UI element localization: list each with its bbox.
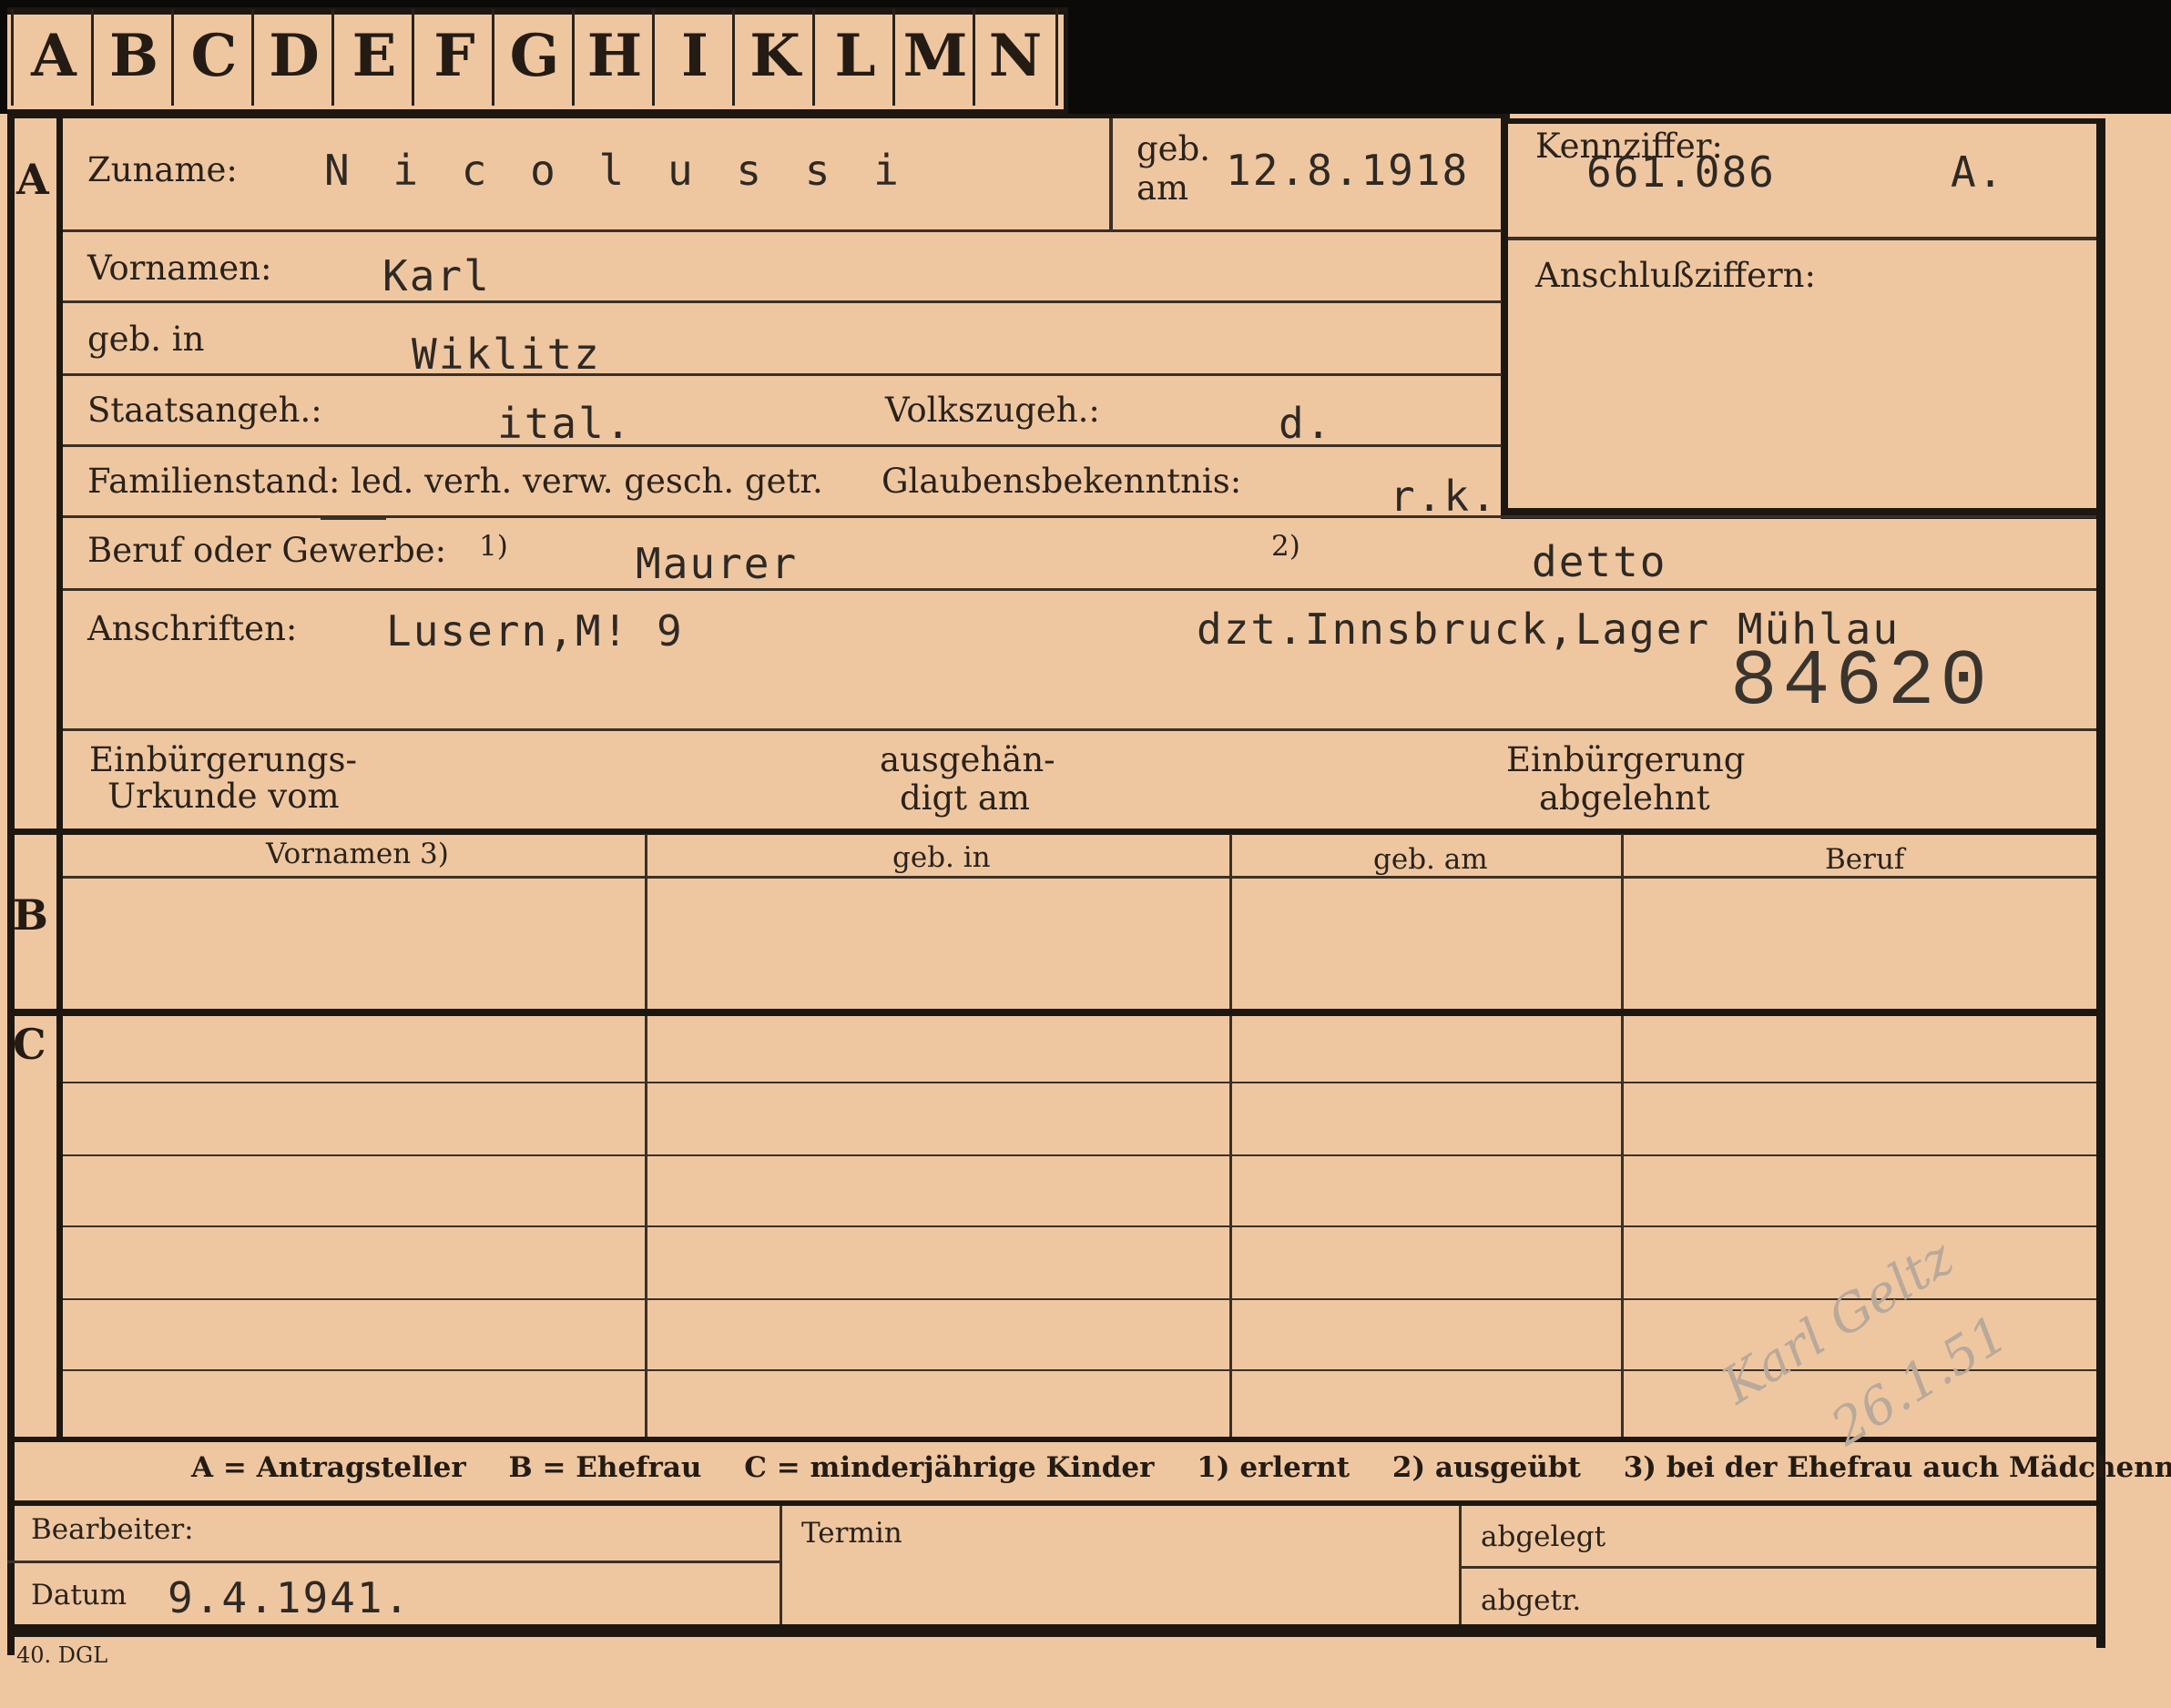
beruf-label: Beruf oder Gewerbe:	[87, 531, 447, 570]
legend-c: C = minderjährige Kinder	[744, 1451, 1155, 1484]
legend: A = Antragsteller B = Ehefrau C = minder…	[191, 1451, 2171, 1484]
legend-note-3: 3) bei der Ehefrau auch Mädchenname	[1623, 1451, 2171, 1484]
tab-e: E	[331, 9, 414, 106]
einbuergerung-abgelehnt-label-1: Einbürgerung	[1506, 740, 1746, 779]
abgetragen-label: abgetr.	[1481, 1584, 1582, 1617]
tab-l: L	[812, 9, 895, 106]
tab-g: G	[492, 9, 575, 106]
table-header-geburtsdatum: geb. am	[1373, 843, 1488, 876]
volkszugehoerigkeit-value: d.	[1279, 399, 1333, 448]
beruf-ausgeuebt-value: detto	[1532, 537, 1667, 586]
vornamen-value: Karl	[382, 251, 491, 300]
table-header-beruf: Beruf	[1825, 843, 1905, 876]
einbuergerungsurkunde-label-2: Urkunde vom	[107, 777, 340, 816]
beruf-erlernt-value: Maurer	[636, 539, 799, 588]
kennziffer-value: 661.086	[1586, 147, 1776, 197]
familienstand-label: Familienstand: led. verh. verw. gesch. g…	[87, 462, 823, 501]
anschrift-heimat: Lusern,M! 9	[386, 606, 684, 656]
staatsangehoerigkeit-label: Staatsangeh.:	[87, 391, 322, 430]
bearbeiter-label: Bearbeiter:	[31, 1513, 194, 1546]
tab-h: H	[572, 9, 655, 106]
einbuergerung-abgelehnt-label-2: abgelehnt	[1539, 778, 1710, 818]
section-b-marker: B	[13, 890, 48, 940]
legend-note-1: 1) erlernt	[1197, 1451, 1351, 1484]
beruf-note-2: 2)	[1271, 530, 1300, 563]
table-header-geburtsort: geb. in	[892, 841, 991, 874]
termin-label: Termin	[801, 1517, 902, 1550]
legend-b: B = Ehefrau	[508, 1451, 702, 1484]
registration-card: A B C D E F G H I K L M N A B C Zuname: …	[0, 0, 2171, 1708]
tab-f: F	[412, 9, 494, 106]
legend-a: A = Antragsteller	[191, 1451, 466, 1484]
zuname-value: N i c o l u s s i	[324, 146, 908, 195]
anschriften-label: Anschriften:	[87, 609, 298, 648]
section-a-marker: A	[16, 155, 49, 204]
tab-i: I	[652, 9, 735, 106]
volkszugehoerigkeit-label: Volkszugeh.:	[885, 391, 1100, 430]
ausgehaendigt-label-2: digt am	[900, 778, 1030, 818]
tab-a: A	[11, 9, 94, 106]
glaubensbekenntnis-label: Glaubensbekenntnis:	[882, 462, 1242, 501]
anschlussziffern-label: Anschlußziffern:	[1535, 256, 1816, 295]
beruf-note-1: 1)	[479, 530, 508, 563]
tab-n: N	[973, 9, 1058, 106]
section-c-marker: C	[13, 1020, 46, 1069]
tab-k: K	[732, 9, 815, 106]
einbuergerungsurkunde-label-1: Einbürgerungs-	[89, 740, 357, 779]
geb-label: geb.	[1136, 129, 1211, 168]
stamp-number: 84620	[1730, 637, 1993, 727]
geburtsort-label: geb. in	[87, 320, 205, 359]
geb-am-value: 12.8.1918	[1226, 146, 1470, 195]
table-header-vornamen: Vornamen 3)	[266, 838, 449, 870]
legend-note-2: 2) ausgeübt	[1391, 1451, 1581, 1484]
glaubensbekenntnis-value: r.k.	[1390, 472, 1498, 521]
tab-m: M	[892, 9, 975, 106]
print-code: 40. DGL	[16, 1642, 108, 1668]
datum-label: Datum	[31, 1579, 127, 1611]
vornamen-label: Vornamen:	[87, 249, 272, 288]
kennziffer-suffix: A.	[1951, 147, 2005, 197]
geburtsort-value: Wiklitz	[412, 330, 601, 379]
zuname-label: Zuname:	[87, 150, 238, 189]
abgelegt-label: abgelegt	[1481, 1520, 1606, 1553]
am-label: am	[1136, 168, 1189, 208]
ausgehaendigt-label-1: ausgehän-	[880, 740, 1055, 779]
tab-c: C	[171, 9, 254, 106]
datum-value: 9.4.1941.	[168, 1573, 412, 1622]
tab-b: B	[91, 9, 174, 106]
tab-d: D	[251, 9, 334, 106]
staatsangehoerigkeit-value: ital.	[497, 399, 633, 448]
